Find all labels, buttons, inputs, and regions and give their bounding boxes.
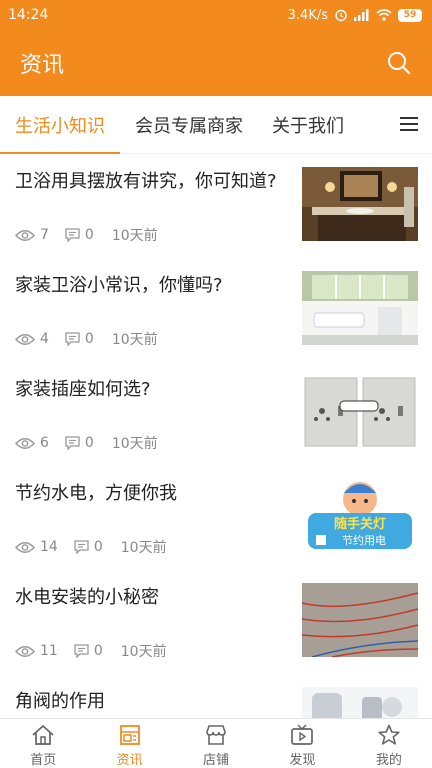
view-count: 4 [15, 331, 49, 347]
comment-count: 0 [65, 331, 94, 347]
comment-icon [65, 436, 80, 450]
article-title: 水电安装的小秘密 [15, 587, 159, 608]
eye-icon [15, 333, 35, 345]
comment-count: 0 [65, 227, 94, 243]
article-meta: 6 0 10天前 [15, 433, 158, 453]
tab-about-us[interactable]: 关于我们 [258, 96, 358, 154]
nav-profile-label: 我的 [375, 753, 402, 768]
list-item[interactable]: 角阀的作用 [0, 675, 432, 718]
article-time: 10天前 [111, 332, 158, 348]
article-title: 家装卫浴小常识，你懂吗? [15, 275, 223, 296]
nav-news[interactable]: 资讯 [86, 719, 172, 768]
comment-icon [74, 540, 89, 554]
article-time: 10天前 [120, 644, 167, 660]
comment-count: 0 [65, 435, 94, 451]
comment-icon [74, 644, 89, 658]
network-speed: 3.4K/s [287, 7, 328, 23]
article-time: 10天前 [111, 228, 158, 244]
article-meta: 11 0 10天前 [15, 641, 167, 661]
comment-count: 0 [74, 539, 103, 555]
news-icon [119, 723, 141, 747]
page-title: 资讯 [20, 53, 65, 78]
nav-home[interactable]: 首页 [0, 719, 86, 768]
view-count: 7 [15, 227, 49, 243]
bottom-navigation: 首页 资讯 店铺 发现 我的 [0, 718, 432, 768]
article-thumbnail: 随手关灯 节约用电 [302, 479, 418, 553]
view-count: 6 [15, 435, 49, 451]
article-title: 角阀的作用 [15, 691, 105, 712]
alarm-icon [334, 8, 348, 22]
article-thumbnail [302, 687, 418, 718]
home-icon [31, 723, 55, 747]
article-title: 卫浴用具摆放有讲究，你可知道? [15, 171, 277, 192]
signal-icon [354, 9, 370, 21]
list-item[interactable]: 水电安装的小秘密 11 0 10天前 [0, 571, 432, 675]
shop-icon [204, 723, 228, 747]
star-icon [377, 723, 401, 747]
list-item[interactable]: 家装插座如何选? 6 0 10天前 [0, 363, 432, 467]
article-thumbnail [302, 271, 418, 345]
article-list[interactable]: 卫浴用具摆放有讲究，你可知道? 7 0 10天前 家装卫浴小常识，你懂吗? 4 … [0, 155, 432, 718]
nav-discover-label: 发现 [289, 753, 316, 768]
image-caption-top: 随手关灯 [334, 516, 386, 532]
article-meta: 14 0 10天前 [15, 537, 167, 557]
wifi-icon [376, 9, 392, 21]
article-title: 节约水电，方便你我 [15, 483, 177, 504]
image-caption-bottom: 节约用电 [342, 534, 386, 547]
article-title: 家装插座如何选? [15, 379, 151, 400]
article-time: 10天前 [111, 436, 158, 452]
article-time: 10天前 [120, 540, 167, 556]
menu-icon [400, 117, 418, 131]
comment-count: 0 [74, 643, 103, 659]
view-count: 14 [15, 539, 58, 555]
battery-icon: 59 [398, 8, 422, 22]
list-item[interactable]: 家装卫浴小常识，你懂吗? 4 0 10天前 [0, 259, 432, 363]
status-indicators: 3.4K/s 59 [288, 8, 422, 23]
nav-home-label: 首页 [30, 753, 57, 768]
tabs-menu-button[interactable] [396, 111, 422, 137]
category-tabs: 生活小知识 会员专属商家 关于我们 [0, 96, 432, 154]
search-button[interactable] [384, 48, 414, 78]
article-thumbnail [302, 583, 418, 657]
article-thumbnail [302, 167, 418, 241]
eye-icon [15, 437, 35, 449]
nav-shop[interactable]: 店铺 [173, 719, 259, 768]
status-bar: 14:24 3.4K/s 59 [0, 0, 432, 30]
tab-member-merchants[interactable]: 会员专属商家 [122, 96, 256, 154]
article-meta: 7 0 10天前 [15, 225, 158, 245]
comment-icon [65, 332, 80, 346]
status-time: 14:24 [8, 7, 49, 23]
tab-life-tips[interactable]: 生活小知识 [0, 96, 120, 154]
discover-tv-icon [290, 723, 314, 747]
eye-icon [15, 229, 35, 241]
search-icon [388, 52, 411, 75]
nav-shop-label: 店铺 [203, 753, 230, 768]
eye-icon [15, 645, 35, 657]
comment-icon [65, 228, 80, 242]
nav-discover[interactable]: 发现 [259, 719, 345, 768]
article-thumbnail [302, 375, 418, 449]
article-meta: 4 0 10天前 [15, 329, 158, 349]
app-bar: 资讯 [0, 30, 432, 96]
nav-news-label: 资讯 [116, 753, 143, 768]
list-item[interactable]: 卫浴用具摆放有讲究，你可知道? 7 0 10天前 [0, 155, 432, 259]
list-item[interactable]: 节约水电，方便你我 14 0 10天前 随手关灯 节约用电 [0, 467, 432, 571]
eye-icon [15, 541, 35, 553]
nav-profile[interactable]: 我的 [346, 719, 432, 768]
view-count: 11 [15, 643, 58, 659]
